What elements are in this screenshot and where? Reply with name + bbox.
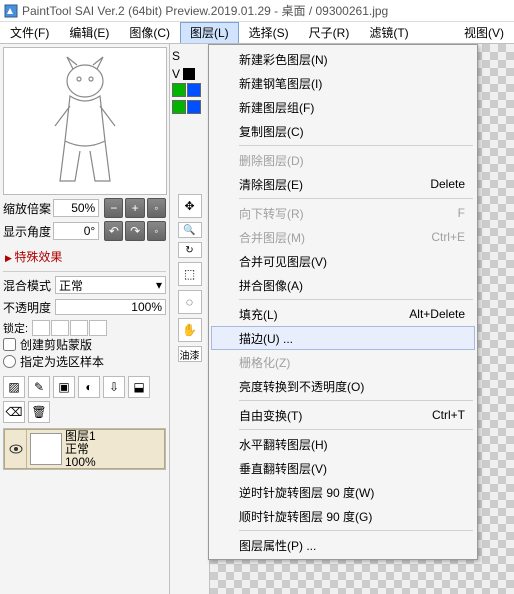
transfer-down-icon[interactable]: ⇩	[103, 376, 125, 398]
blend-label: 混合模式	[3, 277, 55, 294]
zoom-reset-button[interactable]: ◦	[147, 198, 166, 218]
opacity-slider[interactable]: 100%	[55, 299, 166, 315]
visibility-toggle[interactable]	[5, 430, 27, 468]
menu-item[interactable]: 新建彩色图层(N)	[211, 47, 475, 71]
lasso-tool-icon[interactable]: ◌	[178, 290, 202, 314]
swatch-green-2[interactable]	[172, 100, 186, 114]
merge-icon[interactable]: ⬓	[128, 376, 150, 398]
menu-item[interactable]: 新建钢笔图层(I)	[211, 71, 475, 95]
clipping-mask-checkbox[interactable]	[3, 338, 16, 351]
opacity-label: 不透明度	[3, 299, 55, 316]
menu-item: 向下转写(R)F	[211, 201, 475, 225]
lock-opacity-toggle[interactable]	[32, 320, 50, 336]
angle-reset-button[interactable]: ◦	[147, 221, 166, 241]
menu-item[interactable]: 合并可见图层(V)	[211, 249, 475, 273]
lock-pixel-toggle[interactable]	[51, 320, 69, 336]
menu-item[interactable]: 图层属性(P) ...	[211, 533, 475, 557]
color-sidebar: S V ✥ 🔍 ↻ ⬚ ◌ ✋ 油漆	[170, 44, 210, 594]
menu-item[interactable]: 描边(U) ...	[211, 326, 475, 350]
menu-item[interactable]: 清除图层(E)Delete	[211, 172, 475, 196]
navigator-thumbnail[interactable]	[3, 47, 167, 195]
clipping-mask-label: 创建剪贴蒙版	[20, 336, 92, 353]
menu-view[interactable]: 视图(V)	[454, 22, 514, 43]
menu-item[interactable]: 自由变换(T)Ctrl+T	[211, 403, 475, 427]
blend-mode-select[interactable]: 正常▾	[55, 276, 166, 294]
layer-name: 图层1	[65, 430, 96, 443]
new-linework-icon[interactable]: ✎	[28, 376, 50, 398]
menu-layer[interactable]: 图层(L)	[180, 22, 239, 43]
zoom-label: 缩放倍案	[3, 200, 53, 217]
lock-all-toggle[interactable]	[89, 320, 107, 336]
selection-sample-radio[interactable]	[3, 355, 16, 368]
menu-item[interactable]: 复制图层(C)	[211, 119, 475, 143]
rotate-ccw-button[interactable]: ↶	[104, 221, 123, 241]
menu-item: 栅格化(Z)	[211, 350, 475, 374]
lock-position-toggle[interactable]	[70, 320, 88, 336]
paint-tool-label[interactable]: 油漆	[178, 346, 202, 362]
menubar: 文件(F) 编辑(E) 图像(C) 图层(L) 选择(S) 尺子(R) 滤镜(T…	[0, 22, 514, 44]
menu-item[interactable]: 水平翻转图层(H)	[211, 432, 475, 456]
swatch-green[interactable]	[172, 83, 186, 97]
left-panel: 缩放倍案 50% − + ◦ 显示角度 0° ↶ ↷ ◦ 特殊效果 混合模式 正…	[0, 44, 170, 594]
angle-label: 显示角度	[3, 223, 53, 240]
menu-item[interactable]: 亮度转换到不透明度(O)	[211, 374, 475, 398]
menu-ruler[interactable]: 尺子(R)	[299, 22, 360, 43]
title-text: PaintTool SAI Ver.2 (64bit) Preview.2019…	[22, 2, 388, 19]
menu-item: 删除图层(D)	[211, 148, 475, 172]
menu-edit[interactable]: 编辑(E)	[59, 22, 119, 43]
menu-filter[interactable]: 滤镜(T)	[359, 22, 418, 43]
menu-item[interactable]: 逆时针旋转图层 90 度(W)	[211, 480, 475, 504]
chevron-down-icon: ▾	[156, 278, 162, 292]
hand-tool-icon[interactable]: ✋	[178, 318, 202, 342]
menu-item[interactable]: 新建图层组(F)	[211, 95, 475, 119]
clear-icon[interactable]: ⌫	[3, 401, 25, 423]
swatch-blue-2[interactable]	[187, 100, 201, 114]
delete-layer-icon[interactable]: 🗑	[28, 401, 50, 423]
selection-sample-label: 指定为选区样本	[20, 353, 104, 370]
menu-item[interactable]: 填充(L)Alt+Delete	[211, 302, 475, 326]
menu-select[interactable]: 选择(S)	[239, 22, 299, 43]
zoom-tool-icon[interactable]: 🔍	[178, 222, 202, 238]
menu-file[interactable]: 文件(F)	[0, 22, 59, 43]
zoom-value[interactable]: 50%	[53, 199, 99, 217]
special-effects-toggle[interactable]: 特殊效果	[3, 246, 166, 267]
layer-opacity: 100%	[65, 456, 96, 469]
s-label: S	[172, 49, 180, 63]
v-label: V	[172, 67, 180, 81]
zoom-out-button[interactable]: −	[104, 198, 123, 218]
menu-item[interactable]: 顺时针旋转图层 90 度(G)	[211, 504, 475, 528]
app-icon	[4, 4, 18, 18]
new-group-icon[interactable]: ▣	[53, 376, 75, 398]
layer-list: 图层1 正常 100%	[3, 428, 166, 470]
selection-tool-icon[interactable]: ⬚	[178, 262, 202, 286]
layer-thumbnail	[30, 433, 62, 465]
layer-mode: 正常	[65, 443, 96, 456]
mask-icon[interactable]: ◐	[78, 376, 100, 398]
new-layer-icon[interactable]: ▨	[3, 376, 25, 398]
layer-menu-dropdown: 新建彩色图层(N)新建钢笔图层(I)新建图层组(F)复制图层(C) 删除图层(D)…	[208, 44, 478, 560]
swatch-blue[interactable]	[187, 83, 201, 97]
layer-item[interactable]: 图层1 正常 100%	[4, 429, 165, 469]
menu-image[interactable]: 图像(C)	[119, 22, 180, 43]
angle-value[interactable]: 0°	[53, 222, 99, 240]
menu-item[interactable]: 垂直翻转图层(V)	[211, 456, 475, 480]
move-tool-icon[interactable]: ✥	[178, 194, 202, 218]
rotate-cw-button[interactable]: ↷	[125, 221, 144, 241]
zoom-in-button[interactable]: +	[125, 198, 144, 218]
rotate-tool-icon[interactable]: ↻	[178, 242, 202, 258]
lock-label: 锁定:	[3, 320, 28, 336]
menu-item[interactable]: 拼合图像(A)	[211, 273, 475, 297]
menu-item: 合并图层(M)Ctrl+E	[211, 225, 475, 249]
layer-info: 图层1 正常 100%	[65, 430, 96, 469]
titlebar: PaintTool SAI Ver.2 (64bit) Preview.2019…	[0, 0, 514, 22]
